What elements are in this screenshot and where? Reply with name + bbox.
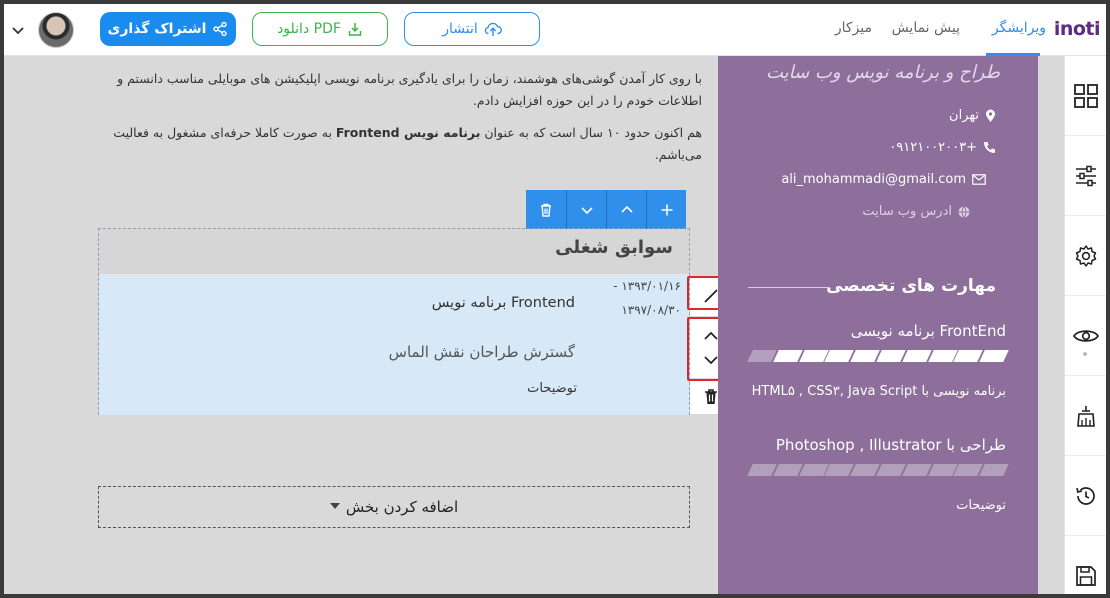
rail-theme[interactable]	[1065, 376, 1106, 456]
job-title[interactable]: برنامه نویس Frontend	[432, 295, 575, 311]
skills-divider	[748, 287, 830, 288]
skill-level-segment	[747, 464, 777, 476]
status-dot	[1083, 352, 1087, 356]
history-icon	[1076, 486, 1095, 505]
paint-roller-icon	[1077, 405, 1095, 427]
rail-adjust[interactable]	[1065, 136, 1106, 216]
skill-level-segment	[772, 464, 803, 476]
app-window: inoti ویرایشگر پیش نمایش میزکار انتشار د…	[4, 4, 1106, 594]
chevron-down-icon[interactable]	[10, 22, 26, 38]
globe-icon	[958, 205, 970, 218]
intro-bold-role: برنامه نویس Frontend	[335, 125, 481, 140]
city-row[interactable]: تهران	[949, 108, 996, 123]
skill-1-title[interactable]: برنامه نویسی FrontEnd	[851, 322, 1006, 340]
resume-canvas: با روی کار آمدن گوشی‌های هوشمند، زمان را…	[70, 56, 732, 594]
city-text: تهران	[949, 108, 979, 123]
email-text: ali_mohammadi@gmail.com	[781, 172, 966, 187]
end-date[interactable]: ۱۳۹۷/۰۸/۳۰	[621, 303, 681, 317]
skill-level-segment	[876, 464, 906, 476]
rail-preview[interactable]	[1065, 296, 1106, 376]
skill-level-segment	[850, 464, 880, 476]
skill-2-title[interactable]: Photoshop , Illustrator طراحی با	[776, 436, 1006, 454]
download-icon	[347, 21, 363, 37]
settings-icon	[1075, 244, 1097, 267]
rail-layout[interactable]	[1065, 56, 1106, 136]
phone-text: +۰۹۱۲۱۰۰۲۰۰۳	[889, 140, 977, 155]
work-experience-section[interactable]: سوابق شغلی ۱۳۹۳/۰۱/۱۶ - ۱۳۹۷/۰۸/۳۰ برنام…	[98, 228, 690, 415]
experience-item[interactable]: ۱۳۹۳/۰۱/۱۶ - ۱۳۹۷/۰۸/۳۰ برنامه نویس Fron…	[99, 275, 689, 415]
layout-grid-icon	[1074, 83, 1098, 108]
share-label: اشتراک گذاری	[107, 21, 207, 37]
intro-text-a: هم اکنون حدود ۱۰ سال است که به عنوان	[480, 125, 702, 140]
add-section-label: اضافه کردن بخش	[345, 498, 459, 516]
download-pdf-label: دانلود PDF	[277, 21, 341, 37]
skill-2-level-bar[interactable]	[746, 464, 1009, 476]
skills-heading[interactable]: مهارت های تخصصی	[826, 276, 996, 296]
chevron-up-icon	[620, 205, 633, 213]
user-avatar[interactable]	[38, 12, 74, 48]
download-pdf-button[interactable]: دانلود PDF	[252, 12, 388, 46]
tab-editor[interactable]: ویرایشگر	[992, 20, 1046, 36]
email-row[interactable]: ali_mohammadi@gmail.com	[781, 172, 986, 187]
tool-rail	[1064, 56, 1106, 594]
skill-level-segment	[850, 350, 880, 362]
job-headline[interactable]: طراح و برنامه نویس وب سایت	[766, 62, 1000, 83]
add-section-button[interactable]: اضافه کردن بخش	[98, 486, 690, 528]
envelope-icon	[972, 174, 986, 185]
trash-icon	[541, 203, 551, 217]
intro-paragraph-2: هم اکنون حدود ۱۰ سال است که به عنوان برن…	[102, 122, 702, 166]
plus-icon	[661, 204, 672, 216]
rail-save[interactable]	[1065, 536, 1106, 594]
chevron-down-icon	[580, 207, 593, 215]
rail-history[interactable]	[1065, 456, 1106, 536]
skill-level-segment	[979, 350, 1009, 362]
section-header: سوابق شغلی	[99, 229, 689, 275]
publish-label: انتشار	[442, 21, 478, 37]
skill-1-level-bar[interactable]	[746, 350, 1009, 362]
location-pin-icon	[986, 109, 995, 122]
intro-paragraph-1: با روی کار آمدن گوشی‌های هوشمند، زمان را…	[117, 71, 702, 108]
trash-icon	[705, 389, 717, 404]
skill-level-segment	[772, 350, 803, 362]
save-icon	[1076, 566, 1096, 586]
section-title[interactable]: سوابق شغلی	[555, 237, 673, 258]
skill-level-segment	[901, 464, 932, 476]
skill-level-segment	[901, 350, 932, 362]
website-text: ادرس وب سایت	[862, 204, 952, 219]
phone-icon	[984, 142, 995, 153]
move-section-up-button[interactable]	[606, 190, 646, 230]
sliders-icon	[1076, 165, 1096, 186]
tab-desk[interactable]: میزکار	[835, 20, 872, 36]
phone-row[interactable]: +۰۹۱۲۱۰۰۲۰۰۳	[889, 140, 996, 155]
share-button[interactable]: اشتراک گذاری	[100, 12, 236, 46]
delete-section-button[interactable]	[526, 190, 566, 230]
rail-settings[interactable]	[1065, 216, 1106, 296]
eye-icon	[1073, 329, 1099, 342]
skill-2-description[interactable]: توضیحات	[956, 498, 1006, 513]
tab-preview[interactable]: پیش نمایش	[892, 20, 960, 36]
skill-level-segment	[876, 350, 906, 362]
caret-down-icon	[329, 503, 340, 509]
share-icon	[212, 21, 228, 37]
item-description[interactable]: توضیحات	[527, 381, 577, 396]
section-toolbar	[526, 190, 686, 230]
publish-button[interactable]: انتشار	[404, 12, 540, 46]
skill-1-description[interactable]: HTML۵ , CSS۳, Java Script برنامه نویسی ب…	[752, 384, 1006, 399]
add-item-button[interactable]	[646, 190, 686, 230]
skill-level-segment	[747, 350, 777, 362]
move-section-down-button[interactable]	[566, 190, 606, 230]
top-bar: inoti ویرایشگر پیش نمایش میزکار انتشار د…	[4, 4, 1106, 56]
cloud-upload-icon	[484, 21, 502, 37]
company-name[interactable]: گسترش طراحان نقش الماس	[389, 343, 575, 361]
start-date[interactable]: ۱۳۹۳/۰۱/۱۶ -	[613, 279, 681, 293]
resume-sidebar: طراح و برنامه نویس وب سایت تهران +۰۹۱۲۱۰…	[718, 56, 1038, 594]
website-row[interactable]: ادرس وب سایت	[862, 204, 970, 219]
logo: inoti	[1053, 18, 1101, 40]
skill-level-segment	[979, 464, 1009, 476]
